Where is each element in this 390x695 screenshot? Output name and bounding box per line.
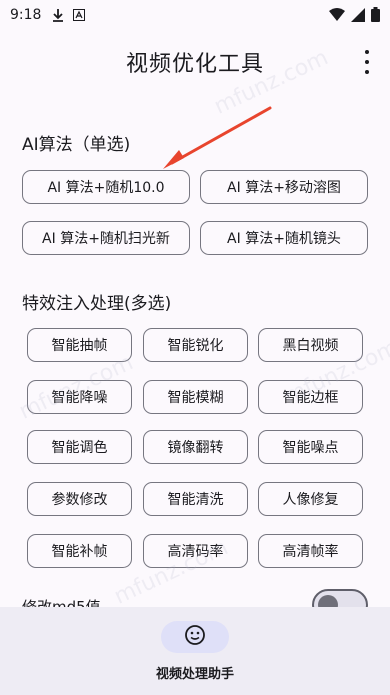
download-icon — [51, 8, 65, 22]
battery-icon — [371, 7, 380, 26]
nav-label: 视频处理助手 — [155, 667, 234, 682]
ai-option-random-scan[interactable]: AI 算法+随机扫光新 — [22, 221, 190, 255]
more-vert-icon[interactable] — [358, 50, 376, 74]
nav-item-video-assistant[interactable] — [161, 621, 229, 653]
fx-option[interactable]: 人像修复 — [258, 482, 363, 516]
bottom-nav: 视频处理助手 — [0, 607, 390, 695]
wifi-icon — [329, 7, 345, 26]
fx-option[interactable]: 智能噪点 — [258, 430, 363, 464]
ai-option-random-10[interactable]: AI 算法+随机10.0 — [22, 170, 190, 204]
fx-option[interactable]: 智能锐化 — [143, 328, 248, 362]
ai-option-move-blend[interactable]: AI 算法+移动溶图 — [200, 170, 368, 204]
font-icon — [73, 9, 86, 21]
app-bar: 视频优化工具 — [0, 36, 390, 88]
status-time: 9:18 — [10, 7, 42, 23]
ai-section-title: AI算法（单选) — [22, 135, 131, 155]
fx-option[interactable]: 参数修改 — [27, 482, 132, 516]
status-bar: 9:18 — [0, 0, 390, 30]
app-title: 视频优化工具 — [125, 52, 264, 77]
fx-option[interactable]: 镜像翻转 — [143, 430, 248, 464]
fx-option[interactable]: 高清帧率 — [258, 534, 363, 568]
fx-section-title: 特效注入处理(多选) — [22, 294, 172, 314]
smiley-face-icon — [184, 624, 206, 650]
signal-icon — [351, 7, 365, 26]
fx-option[interactable]: 智能调色 — [27, 430, 132, 464]
fx-option[interactable]: 智能清洗 — [143, 482, 248, 516]
fx-option[interactable]: 智能模糊 — [143, 380, 248, 414]
fx-option[interactable]: 智能补帧 — [27, 534, 132, 568]
ai-option-random-lens[interactable]: AI 算法+随机镜头 — [200, 221, 368, 255]
